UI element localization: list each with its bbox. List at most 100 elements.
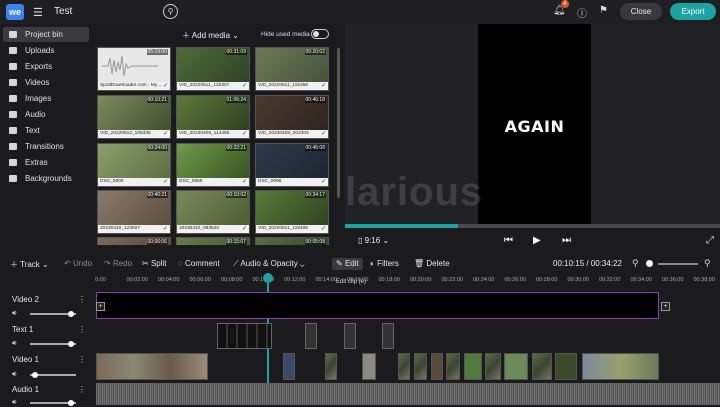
media-tile[interactable]: 00:06:06: [97, 237, 171, 245]
menu-icon[interactable]: ☰: [33, 6, 43, 19]
preview-progress-fill: [345, 224, 458, 228]
media-tile[interactable]: 00:45:08 DSC_0096 ✓: [255, 143, 329, 187]
sidebar-item-uploads[interactable]: Uploads: [3, 43, 89, 58]
tile-name: DSC_0600: [98, 178, 170, 186]
text-clip[interactable]: [217, 323, 272, 349]
add-after-icon[interactable]: +: [661, 302, 670, 311]
video-clip[interactable]: [446, 353, 460, 380]
media-tile[interactable]: 05:19:00 SpotiDownloader.com - My ... ✓: [97, 47, 171, 91]
sidebar-item-exports[interactable]: Exports: [3, 59, 89, 74]
volume-icon[interactable]: 🔊︎: [12, 310, 16, 318]
comment-button[interactable]: ◌ Comment: [178, 259, 220, 268]
audio-waveform-clip[interactable]: [96, 383, 720, 405]
video-clip[interactable]: [485, 353, 501, 380]
text-clip[interactable]: [305, 323, 317, 349]
video-clip[interactable]: [325, 353, 337, 380]
video-clip[interactable]: [96, 353, 208, 380]
add-before-icon[interactable]: +: [96, 302, 105, 311]
zoom-in-icon[interactable]: ⚲: [704, 258, 711, 269]
ruler-tick-label: 00:26:00: [504, 277, 526, 283]
video-clip[interactable]: [362, 353, 376, 380]
video-clip[interactable]: [431, 353, 443, 380]
media-scrollbar[interactable]: [337, 48, 340, 198]
track-volume-handle[interactable]: [68, 341, 74, 347]
media-tile[interactable]: 00:34:17 VID_20220511_115405 ✓: [255, 190, 329, 234]
zoom-slider-handle[interactable]: [646, 260, 653, 267]
video-clip[interactable]: [532, 353, 552, 380]
sidebar-item-backgrounds[interactable]: Backgrounds: [3, 171, 89, 186]
video-clip[interactable]: [283, 353, 295, 380]
help-icon[interactable]: ⓘ: [577, 5, 587, 20]
check-icon: ✓: [241, 226, 247, 232]
video-clip[interactable]: [398, 353, 410, 380]
delete-button[interactable]: 🗑︎ Delete: [414, 259, 450, 268]
media-tile[interactable]: 00:24:00 DSC_0600 ✓: [97, 143, 171, 187]
fullscreen-icon[interactable]: ⤢: [706, 235, 714, 246]
text-clip[interactable]: [344, 323, 356, 349]
audio-icon: [9, 111, 17, 118]
play-icon[interactable]: ▶: [533, 235, 541, 246]
audio-opacity-button[interactable]: ⟋ Audio & Opacity ⌄: [233, 259, 304, 269]
hide-used-media-toggle[interactable]: [311, 29, 329, 39]
edit-button[interactable]: ✎ Edit: [332, 258, 363, 270]
volume-icon[interactable]: 🔊︎: [12, 399, 16, 407]
preview-progress-bar[interactable]: [345, 224, 720, 228]
sidebar-item-transitions[interactable]: Transitions: [3, 139, 89, 154]
ruler-tick-label: 00:12:00: [284, 277, 306, 283]
track-volume-handle[interactable]: [32, 372, 38, 378]
project-title[interactable]: Test: [54, 6, 72, 17]
video2-clip-selected[interactable]: [96, 292, 659, 319]
media-tile[interactable]: 00:05:08: [255, 237, 329, 245]
sidebar-item-images[interactable]: Images: [3, 91, 89, 106]
track-options-icon[interactable]: ⋮: [78, 325, 86, 334]
media-tile[interactable]: 00:10:02 20230410_093640 ✓: [176, 190, 250, 234]
redo-button[interactable]: ↷ Redo: [104, 259, 132, 268]
video-clip[interactable]: [414, 353, 427, 380]
track-volume-handle[interactable]: [68, 400, 74, 406]
video-clip[interactable]: [555, 353, 577, 380]
add-track-button[interactable]: ＋ Track ⌄: [10, 259, 49, 270]
track-options-icon[interactable]: ⋮: [78, 385, 86, 394]
video-clip[interactable]: [464, 353, 482, 380]
media-tile[interactable]: 00:20:02 VID_20220511_115258 ✓: [255, 47, 329, 91]
sidebar-item-label: Backgrounds: [25, 174, 72, 183]
media-tile[interactable]: 01:06:24 VID_20230409_114455 ✓: [176, 95, 250, 139]
collaborator-icon[interactable]: ⚲: [163, 4, 178, 19]
video-clip[interactable]: [504, 353, 528, 380]
announcement-icon[interactable]: ⚑: [599, 5, 608, 16]
sidebar-item-audio[interactable]: Audio: [3, 107, 89, 122]
media-tile[interactable]: 00:15:07: [176, 237, 250, 245]
aspect-ratio-selector[interactable]: ▯ 9:16 ⌄: [358, 236, 389, 245]
export-button[interactable]: Export: [670, 3, 716, 20]
comment-label: Comment: [184, 259, 220, 268]
sidebar-item-videos[interactable]: Videos: [3, 75, 89, 90]
media-tile[interactable]: 00:10:21 VID_20220512_105338 ✓: [97, 95, 171, 139]
volume-icon[interactable]: 🔊︎: [12, 371, 16, 379]
add-media-button[interactable]: ＋ Add media ⌄: [182, 30, 239, 41]
media-tile[interactable]: 00:22:21 DSC_0656 ✓: [176, 143, 250, 187]
skip-back-icon[interactable]: ⏮: [504, 235, 513, 246]
track-volume-handle[interactable]: [68, 311, 74, 317]
split-button[interactable]: ✂ Split: [142, 259, 167, 268]
sidebar-item-text[interactable]: Text: [3, 123, 89, 138]
close-button[interactable]: Close: [620, 3, 662, 20]
volume-icon[interactable]: 🔊︎: [12, 340, 16, 348]
track-options-icon[interactable]: ⋮: [78, 295, 86, 304]
sidebar-item-extras[interactable]: Extras: [3, 155, 89, 170]
filters-button[interactable]: ◐ Filters: [370, 259, 399, 268]
track-options-icon[interactable]: ⋮: [78, 355, 86, 364]
zoom-slider[interactable]: [658, 263, 698, 265]
media-tile[interactable]: 00:40:21 20230410_123927 ✓: [97, 190, 171, 234]
zoom-out-icon[interactable]: ⚲: [632, 258, 639, 269]
timeline-ruler[interactable]: 0:00 00:02:00 00:04:00 00:06:00 00:08:00 00:1…: [92, 274, 720, 288]
media-tile[interactable]: 00:31:09 VID_20220511_120307 ✓: [176, 47, 250, 91]
text-clip[interactable]: [382, 323, 394, 349]
skip-forward-icon[interactable]: ⏭: [562, 235, 571, 246]
playhead-handle[interactable]: [263, 273, 273, 283]
app-logo[interactable]: we: [6, 4, 24, 20]
video-clip[interactable]: [582, 353, 659, 380]
check-icon: ✓: [320, 226, 326, 232]
media-tile[interactable]: 00:46:18 VID_20230408_202303 ✓: [255, 95, 329, 139]
undo-button[interactable]: ↶ Undo: [64, 259, 92, 268]
sidebar-item-project-bin[interactable]: Project bin: [3, 27, 89, 42]
